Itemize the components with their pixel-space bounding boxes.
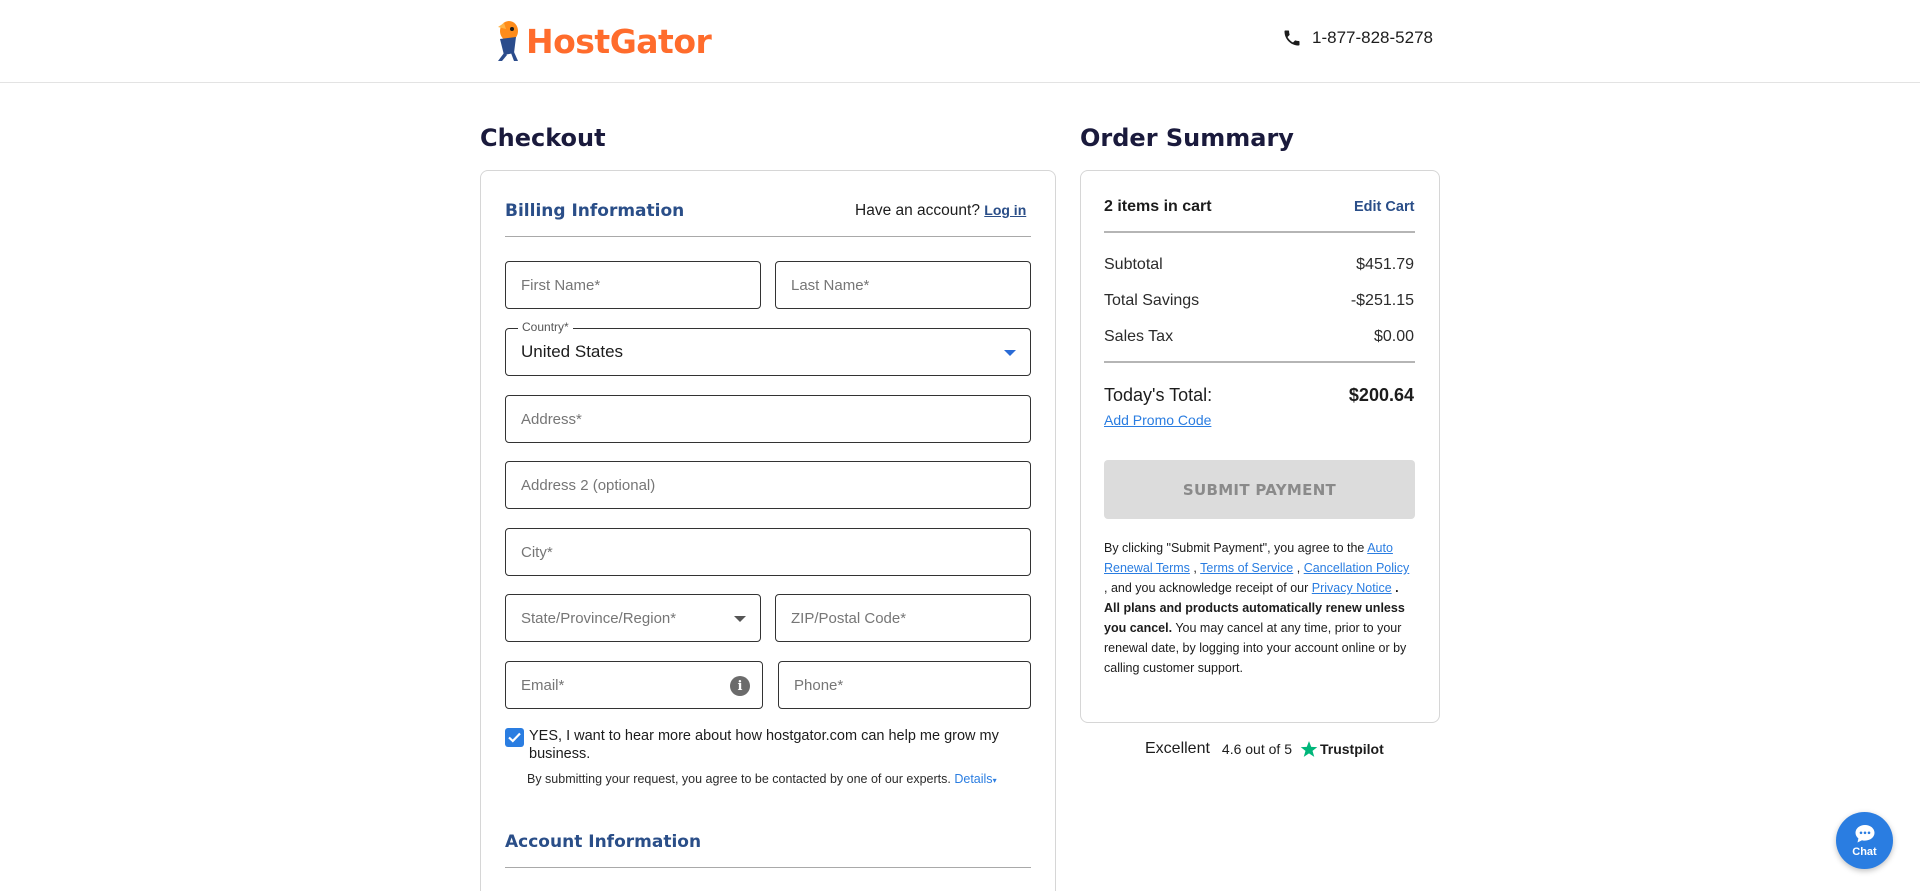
trustpilot-brand: Trustpilot <box>1319 741 1384 757</box>
login-link[interactable]: Log in <box>984 202 1026 218</box>
email-input[interactable]: Email* i <box>505 661 763 709</box>
address-input[interactable]: Address* <box>505 395 1031 443</box>
caret-down-icon: ▾ <box>992 776 997 785</box>
legal-ack: , and you acknowledge receipt of our <box>1104 581 1309 595</box>
details-link[interactable]: Details▾ <box>954 772 996 786</box>
optin-checkbox[interactable] <box>505 728 524 747</box>
city-input[interactable]: City* <box>505 528 1031 576</box>
zip-input[interactable]: ZIP/Postal Code* <box>775 594 1031 642</box>
terms-link[interactable]: Terms of Service <box>1200 561 1293 575</box>
phone-placeholder: Phone* <box>794 676 844 694</box>
subtotal-value: $451.79 <box>1356 256 1414 273</box>
chat-button[interactable]: Chat <box>1836 812 1893 869</box>
country-value: United States <box>521 342 624 361</box>
edit-cart-link[interactable]: Edit Cart <box>1354 199 1414 215</box>
billing-section-title: Billing Information <box>505 201 685 221</box>
country-select[interactable]: Country* United States <box>505 320 1031 376</box>
first-name-input[interactable]: First Name* <box>505 261 761 309</box>
country-label: Country* <box>518 320 573 334</box>
optin-label[interactable]: YES, I want to hear more about how hostg… <box>529 727 1029 763</box>
trustpilot-rating-word: Excellent <box>1145 740 1210 757</box>
hostgator-logo[interactable]: HostGator <box>492 18 712 64</box>
privacy-link[interactable]: Privacy Notice <box>1312 581 1392 595</box>
trustpilot-widget[interactable]: Excellent 4.6 out of 5 Trustpilot <box>1145 740 1384 758</box>
address-placeholder: Address* <box>521 410 582 428</box>
legal-sep-2: , <box>1296 561 1301 575</box>
tax-label: Sales Tax <box>1104 328 1174 345</box>
phone-icon <box>1284 30 1300 46</box>
trustpilot-score: 4.6 out of 5 <box>1221 741 1292 757</box>
city-placeholder: City* <box>521 543 553 561</box>
zip-placeholder: ZIP/Postal Code* <box>791 609 907 627</box>
subtotal-row: Subtotal $451.79 <box>1104 256 1414 274</box>
state-placeholder: State/Province/Region* <box>521 609 677 627</box>
total-label: Today's Total: <box>1104 385 1213 405</box>
billing-divider <box>505 236 1031 237</box>
total-value: $200.64 <box>1348 385 1414 405</box>
site-header: HostGator 1-877-828-5278 <box>0 0 1920 83</box>
chevron-down-icon <box>734 616 746 622</box>
subtotal-label: Subtotal <box>1104 256 1163 273</box>
address2-placeholder: Address 2 (optional) <box>521 476 656 494</box>
trustpilot-star-icon <box>1300 741 1318 757</box>
cancellation-link[interactable]: Cancellation Policy <box>1304 561 1410 575</box>
cart-count: 2 items in cart <box>1104 198 1212 215</box>
logo-text: HostGator <box>526 21 712 61</box>
totals-divider <box>1104 361 1415 363</box>
chevron-down-icon <box>1004 350 1016 356</box>
legal-text: By clicking "Submit Payment", you agree … <box>1104 538 1416 678</box>
chat-label: Chat <box>1852 845 1877 858</box>
order-summary-title: Order Summary <box>1080 124 1294 152</box>
gator-mascot-icon <box>498 21 518 61</box>
total-row: Today's Total: $200.64 <box>1104 385 1414 406</box>
add-promo-link[interactable]: Add Promo Code <box>1104 412 1211 428</box>
state-select[interactable]: State/Province/Region* <box>505 594 761 642</box>
address2-input[interactable]: Address 2 (optional) <box>505 461 1031 509</box>
legal-intro: By clicking "Submit Payment", you agree … <box>1104 541 1365 555</box>
consent-text: By submitting your request, you agree to… <box>527 772 997 786</box>
savings-row: Total Savings -$251.15 <box>1104 292 1414 310</box>
legal-sep-1: , <box>1193 561 1197 575</box>
last-name-input[interactable]: Last Name* <box>775 261 1031 309</box>
email-placeholder: Email* <box>521 676 565 694</box>
submit-payment-button[interactable]: SUBMIT PAYMENT <box>1104 460 1415 519</box>
last-name-placeholder: Last Name* <box>791 276 870 294</box>
info-icon[interactable]: i <box>730 676 750 696</box>
phone-contact[interactable]: 1-877-828-5278 <box>1282 28 1433 48</box>
tax-value: $0.00 <box>1373 328 1414 345</box>
savings-value: -$251.15 <box>1350 292 1414 309</box>
account-divider <box>505 867 1031 868</box>
consent-text-body: By submitting your request, you agree to… <box>527 772 951 786</box>
account-prompt: Have an account? Log in <box>855 202 1026 220</box>
phone-input[interactable]: Phone* <box>778 661 1031 709</box>
savings-label: Total Savings <box>1104 292 1200 309</box>
tax-row: Sales Tax $0.00 <box>1104 328 1414 346</box>
details-link-label: Details <box>954 772 993 786</box>
account-prompt-text: Have an account? <box>855 202 980 219</box>
cart-divider <box>1104 231 1415 233</box>
first-name-placeholder: First Name* <box>521 276 601 294</box>
checkmark-icon <box>508 732 521 743</box>
chat-bubble-icon <box>1855 824 1874 842</box>
checkout-title: Checkout <box>480 124 606 152</box>
account-section-title: Account Information <box>505 832 702 852</box>
phone-number: 1-877-828-5278 <box>1312 28 1433 47</box>
